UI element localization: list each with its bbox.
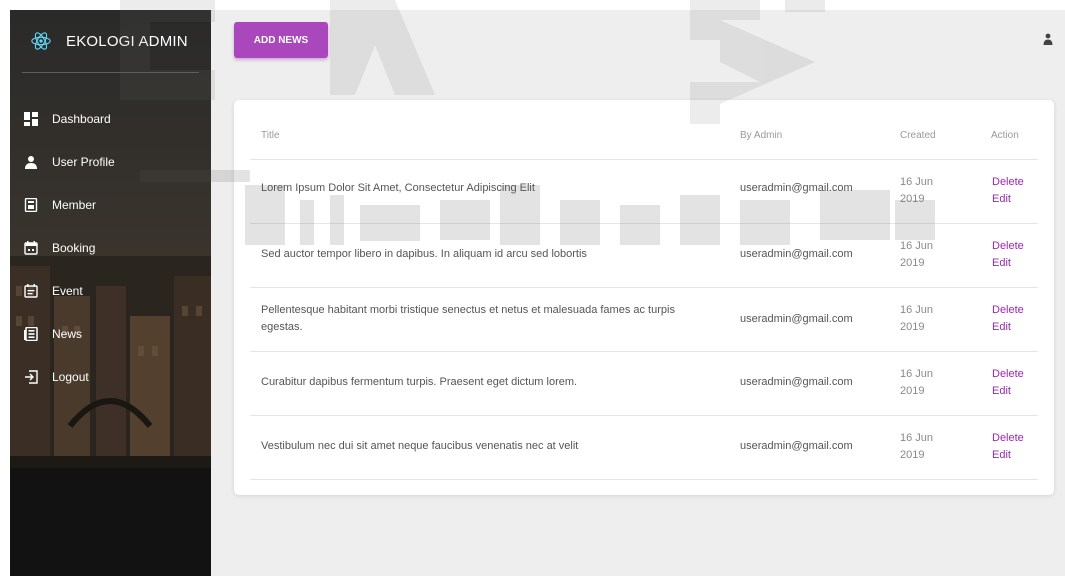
brand-name: EKOLOGI ADMIN — [66, 32, 188, 50]
person-icon — [25, 156, 37, 169]
row-divider — [250, 351, 1038, 352]
delete-link[interactable]: Delete — [992, 174, 1024, 191]
edit-link[interactable]: Edit — [992, 447, 1011, 464]
header-divider — [250, 159, 1038, 160]
row-date-year: 2019 — [900, 449, 925, 461]
left-strip — [0, 0, 10, 576]
edit-link[interactable]: Edit — [992, 191, 1011, 208]
row-divider — [250, 223, 1038, 224]
sidebar-item-label: User Profile — [52, 155, 115, 169]
badge-icon — [24, 198, 38, 212]
brand-divider — [22, 72, 199, 73]
sidebar-item-booking[interactable]: Booking — [10, 231, 211, 265]
calendar-icon — [24, 241, 38, 255]
sidebar-item-label: Event — [52, 284, 83, 298]
sidebar-item-label: Dashboard — [52, 112, 111, 126]
event-note-icon — [24, 284, 38, 298]
row-date-day: 16 Jun — [900, 432, 934, 444]
delete-link[interactable]: Delete — [992, 430, 1024, 447]
row-date-day: 16 Jun — [900, 176, 934, 188]
delete-link[interactable]: Delete — [992, 366, 1024, 383]
row-author: useradmin@gmail.com — [740, 376, 853, 388]
row-author: useradmin@gmail.com — [740, 182, 853, 194]
column-header-title: Title — [261, 130, 280, 141]
person-icon[interactable] — [1043, 33, 1053, 45]
sidebar-item-dashboard[interactable]: Dashboard — [10, 102, 211, 136]
row-author: useradmin@gmail.com — [740, 313, 853, 325]
react-atom-icon — [31, 32, 51, 50]
brand[interactable]: EKOLOGI ADMIN — [10, 10, 211, 72]
logout-icon — [25, 370, 38, 384]
sidebar-item-label: News — [52, 327, 83, 341]
add-news-button[interactable]: ADD NEWS — [234, 22, 328, 58]
dashboard-icon — [24, 112, 38, 126]
row-title: Lorem Ipsum Dolor Sit Amet, Consectetur … — [261, 182, 535, 194]
column-header-by-admin: By Admin — [740, 130, 783, 141]
row-date-year: 2019 — [900, 257, 925, 269]
sidebar-item-label: Logout — [52, 370, 89, 384]
sidebar-item-logout[interactable]: Logout — [10, 360, 211, 394]
row-divider — [250, 479, 1038, 480]
top-strip — [0, 0, 1065, 10]
news-table-card: Title By Admin Created Action Lorem Ipsu… — [234, 100, 1054, 495]
edit-link[interactable]: Edit — [992, 255, 1011, 272]
row-date-day: 16 Jun — [900, 368, 934, 380]
news-icon — [24, 327, 38, 341]
row-date-year: 2019 — [900, 321, 925, 333]
row-date-day: 16 Jun — [900, 240, 934, 252]
column-header-created: Created — [900, 130, 936, 141]
delete-link[interactable]: Delete — [992, 302, 1024, 319]
sidebar-item-news[interactable]: News — [10, 317, 211, 351]
delete-link[interactable]: Delete — [992, 238, 1024, 255]
sidebar-item-member[interactable]: Member — [10, 188, 211, 222]
row-title: Pellentesque habitant morbi tristique se… — [261, 304, 675, 316]
sidebar-item-event[interactable]: Event — [10, 274, 211, 308]
row-divider — [250, 415, 1038, 416]
sidebar: EKOLOGI ADMIN Dashboard User Profile Mem… — [10, 10, 211, 576]
sidebar-item-label: Member — [52, 198, 97, 212]
row-author: useradmin@gmail.com — [740, 440, 853, 452]
edit-link[interactable]: Edit — [992, 383, 1011, 400]
row-date-year: 2019 — [900, 193, 925, 205]
sidebar-item-user-profile[interactable]: User Profile — [10, 145, 211, 179]
row-date-day: 16 Jun — [900, 304, 934, 316]
row-title: Vestibulum nec dui sit amet neque faucib… — [261, 440, 579, 452]
sidebar-item-label: Booking — [52, 241, 96, 255]
row-title: Sed auctor tempor libero in dapibus. In … — [261, 248, 587, 260]
row-date-year: 2019 — [900, 385, 925, 397]
edit-link[interactable]: Edit — [992, 319, 1011, 336]
row-author: useradmin@gmail.com — [740, 248, 853, 260]
row-title: Curabitur dapibus fermentum turpis. Prae… — [261, 376, 578, 388]
row-title-continued: egestas. — [261, 321, 303, 333]
row-divider — [250, 287, 1038, 288]
column-header-action: Action — [991, 130, 1019, 141]
